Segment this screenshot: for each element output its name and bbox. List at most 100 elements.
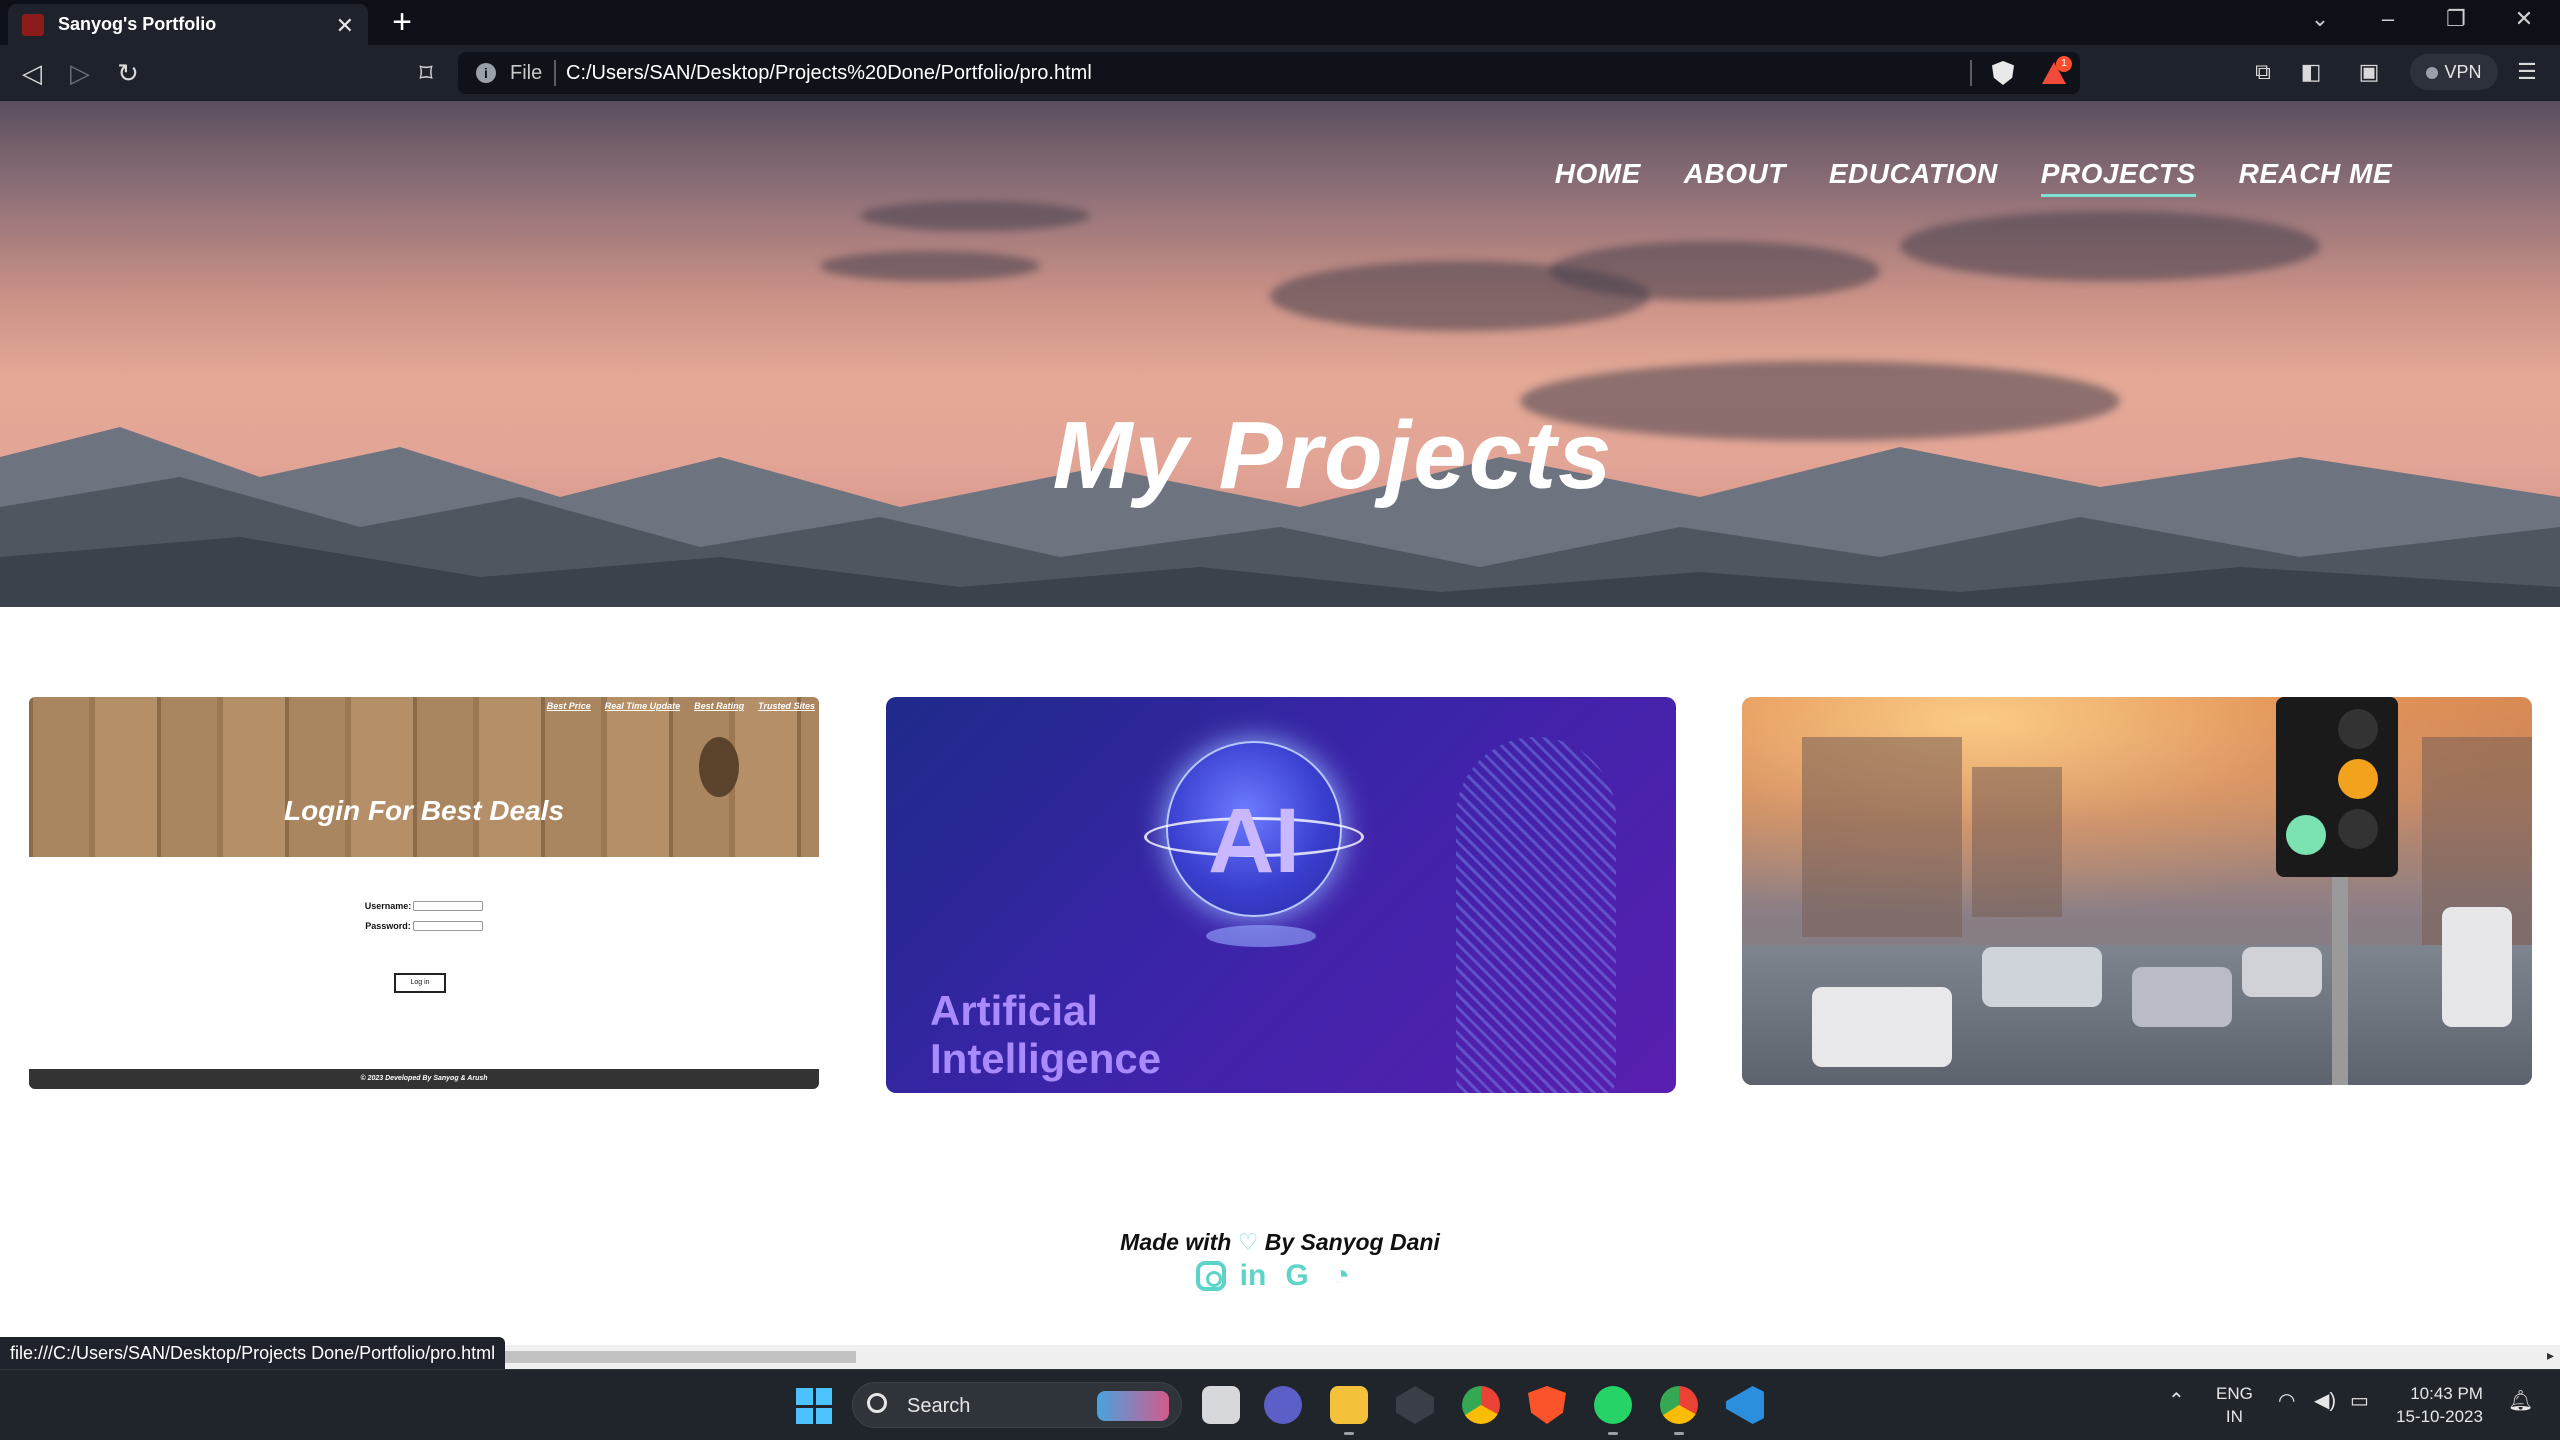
tab-title: Sanyog's Portfolio: [58, 14, 217, 34]
car: [2242, 947, 2322, 997]
wood-knot: [699, 737, 739, 797]
reload-icon[interactable]: ↻: [110, 55, 146, 91]
author-text: By Sanyog Dani: [1264, 1229, 1440, 1255]
project-card-login[interactable]: Best Price Real Time Update Best Rating …: [29, 697, 819, 1089]
language-indicator[interactable]: ENG IN: [2216, 1382, 2253, 1428]
chrome-profile-icon[interactable]: [1660, 1386, 1698, 1435]
ai-title-line: Artificial: [930, 987, 1099, 1034]
traffic-lamp: [2338, 809, 2378, 849]
tab-search-chevron-icon[interactable]: ⌄: [2300, 6, 2340, 32]
vpn-label: VPN: [2444, 62, 2482, 82]
ai-card-title: Artificial Intelligence: [930, 987, 1161, 1083]
made-with-text: Made with: [1120, 1229, 1232, 1255]
hand-illustration: [1206, 925, 1316, 947]
tray-overflow-icon[interactable]: ⌃: [2168, 1388, 2185, 1413]
nav-education[interactable]: EDUCATION: [1829, 158, 1998, 197]
unity-hub-icon[interactable]: [1396, 1386, 1434, 1424]
page-title: My Projects: [1052, 402, 1614, 509]
login-link: Best Rating: [694, 701, 745, 711]
search-highlight-icon: [1097, 1391, 1169, 1421]
tab-close-icon[interactable]: ✕: [336, 13, 354, 39]
restore-icon[interactable]: ❐: [2436, 6, 2476, 32]
github-icon[interactable]: ◔: [1324, 1259, 1358, 1293]
car: [1812, 987, 1952, 1067]
sidebar-icon[interactable]: ◧: [2298, 59, 2324, 85]
volume-icon[interactable]: ◀): [2314, 1388, 2336, 1413]
cloud: [860, 201, 1090, 231]
taskbar-search[interactable]: Search: [852, 1382, 1182, 1428]
search-icon: [867, 1393, 887, 1413]
wifi-icon[interactable]: ◠: [2278, 1388, 2295, 1413]
site-info-icon[interactable]: i: [476, 63, 496, 83]
url-scheme: File: [510, 62, 543, 84]
traffic-lamp-green: [2286, 815, 2326, 855]
brave-icon[interactable]: [1528, 1386, 1566, 1424]
new-tab-button[interactable]: +: [384, 4, 420, 40]
chrome-icon[interactable]: [1462, 1386, 1500, 1424]
heart-icon: ♡: [1237, 1229, 1259, 1255]
linkedin-icon[interactable]: in: [1236, 1259, 1270, 1293]
minimize-icon[interactable]: –: [2368, 6, 2408, 32]
tab-strip: Sanyog's Portfolio ✕ + ⌄ – ❐ ✕: [0, 0, 2560, 45]
instagram-icon[interactable]: [1196, 1261, 1226, 1291]
taskbar: Search ⌃ ENG IN ◠ ◀) ▭ 10:43 PM 15-10-20…: [0, 1369, 2560, 1440]
clock-date: 15-10-2023: [2396, 1407, 2483, 1426]
project-card-traffic[interactable]: [1742, 697, 2532, 1085]
username-field: [413, 901, 484, 911]
file-explorer-icon[interactable]: [1330, 1386, 1368, 1435]
notification-bell-icon[interactable]: 🔔︎: [2508, 1388, 2533, 1413]
google-icon[interactable]: G: [1280, 1259, 1314, 1293]
vscode-icon[interactable]: [1726, 1386, 1764, 1424]
username-label: Username:: [364, 901, 412, 911]
vpn-button[interactable]: VPN: [2410, 54, 2498, 90]
scroll-right-icon[interactable]: ▸: [2547, 1347, 2554, 1364]
robot-illustration: [1456, 737, 1616, 1093]
main-nav: HOME ABOUT EDUCATION PROJECTS REACH ME: [1555, 158, 2392, 197]
login-banner-title: Login For Best Deals: [283, 795, 565, 826]
project-card-ai[interactable]: AI Artificial Intelligence: [886, 697, 1676, 1093]
bookmark-icon[interactable]: ⌑: [408, 55, 444, 91]
nav-reach-me[interactable]: REACH ME: [2239, 158, 2392, 197]
nav-projects[interactable]: PROJECTS: [2040, 158, 2196, 197]
search-label: Search: [907, 1395, 971, 1417]
ai-title-line: Intelligence: [930, 1035, 1162, 1082]
url-divider: [554, 60, 556, 86]
whatsapp-icon[interactable]: [1594, 1386, 1632, 1435]
cloud: [1550, 241, 1880, 301]
browser-tab[interactable]: Sanyog's Portfolio ✕: [8, 4, 368, 45]
region-code: IN: [2225, 1407, 2243, 1426]
extensions-icon[interactable]: ⧉: [2250, 59, 2276, 85]
battery-icon[interactable]: ▭: [2350, 1388, 2369, 1413]
login-footer: © 2023 Developed By Sanyog & Arush: [29, 1069, 819, 1089]
rewards-badge: 1: [2056, 56, 2072, 72]
url-text[interactable]: C:/Users/SAN/Desktop/Projects%20Done/Por…: [566, 62, 1092, 85]
login-nav-links: Best Price Real Time Update Best Rating …: [547, 701, 815, 711]
teams-chat-icon[interactable]: [1264, 1386, 1302, 1424]
login-form-preview: Username: Password:: [29, 901, 819, 941]
portfolio-favicon-icon: [22, 13, 44, 36]
task-view-icon[interactable]: [1202, 1386, 1240, 1424]
car: [1982, 947, 2102, 1007]
nav-home[interactable]: HOME: [1555, 158, 1641, 197]
wallet-icon[interactable]: ▣: [2356, 59, 2382, 85]
login-link: Real Time Update: [604, 701, 681, 711]
back-icon[interactable]: ◁: [14, 55, 50, 91]
login-link: Trusted Sites: [758, 701, 815, 711]
nav-about[interactable]: ABOUT: [1684, 158, 1786, 197]
address-bar[interactable]: i File C:/Users/SAN/Desktop/Projects%20D…: [458, 52, 2080, 94]
language-code: ENG: [2216, 1384, 2253, 1403]
login-button-preview: Log in: [394, 973, 446, 993]
status-bar-url: file:///C:/Users/SAN/Desktop/Projects Do…: [0, 1337, 506, 1369]
forward-icon[interactable]: ▷: [62, 55, 98, 91]
windows-start-icon[interactable]: [796, 1388, 832, 1424]
traffic-lamp-amber-arrow-icon: [2338, 759, 2378, 799]
system-clock[interactable]: 10:43 PM 15-10-2023: [2396, 1382, 2483, 1428]
traffic-lamp: [2338, 709, 2378, 749]
clock-time: 10:43 PM: [2410, 1384, 2483, 1403]
menu-icon[interactable]: ☰: [2514, 59, 2540, 85]
building: [1802, 737, 1962, 937]
url-divider-right: [1970, 60, 1972, 86]
brave-shield-icon[interactable]: [1992, 61, 2014, 85]
window-close-icon[interactable]: ✕: [2504, 6, 2544, 32]
login-link: Best Price: [546, 701, 591, 711]
